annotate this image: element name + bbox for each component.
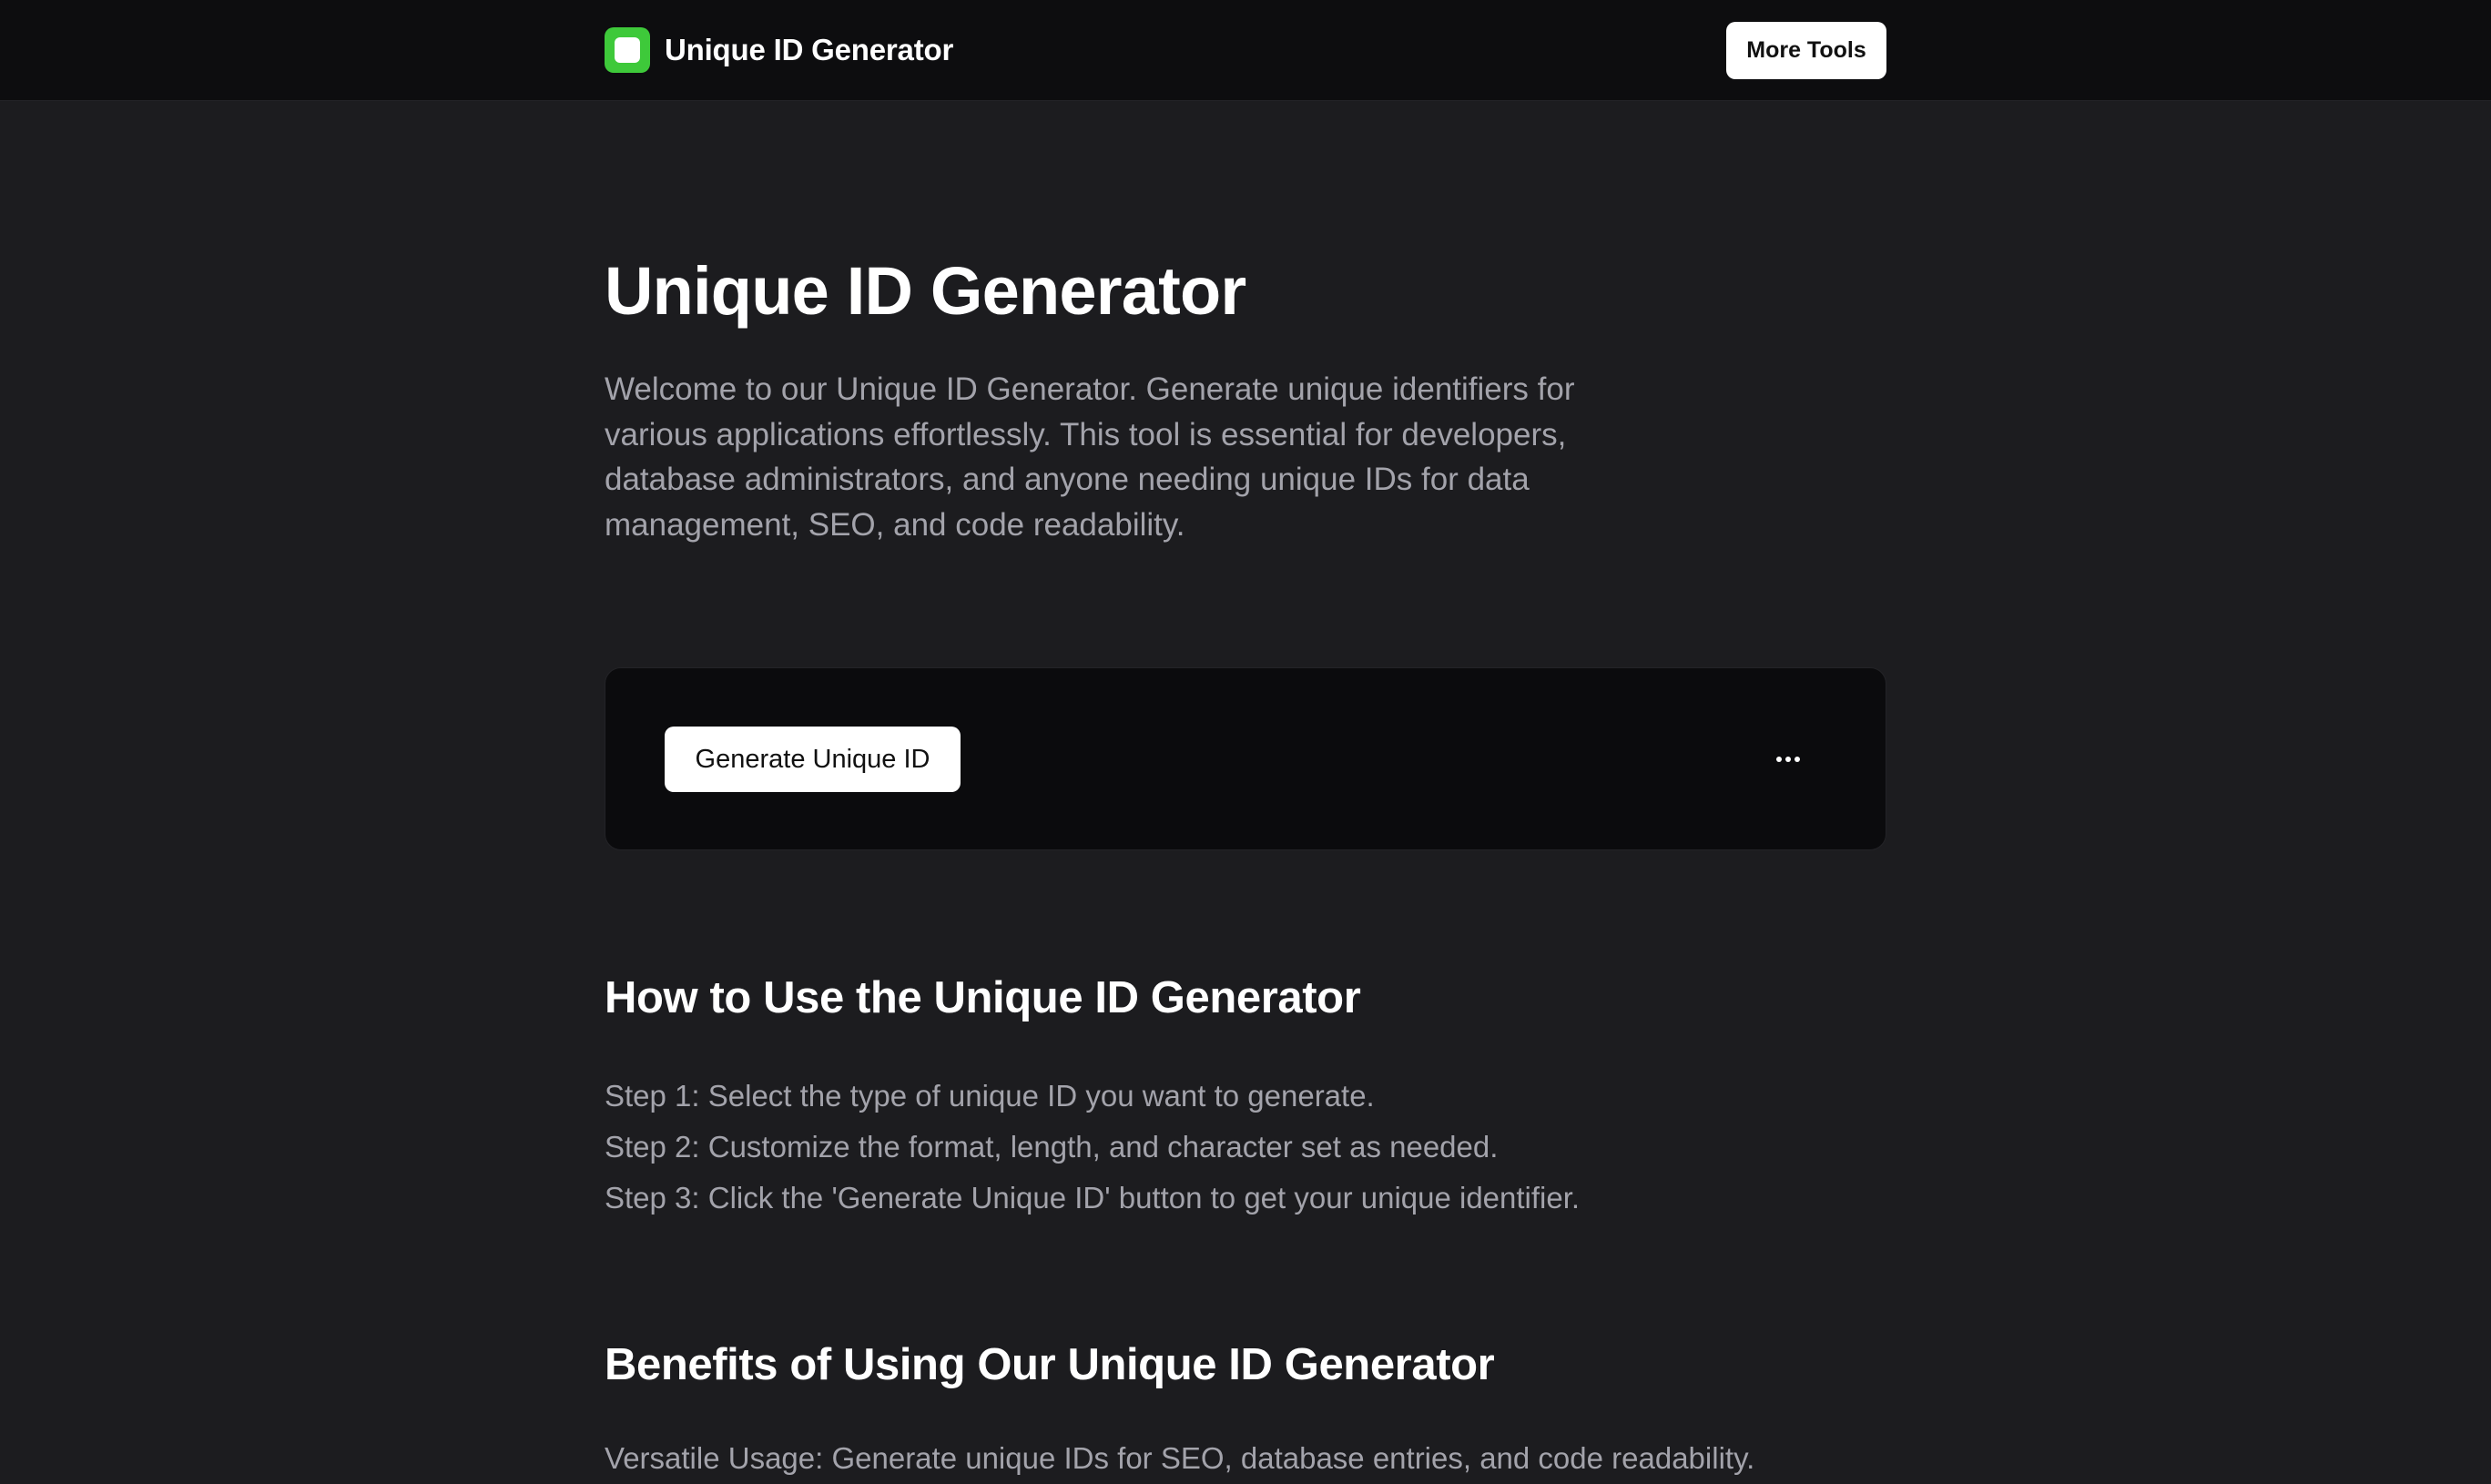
generate-unique-id-button[interactable]: Generate Unique ID xyxy=(665,727,961,792)
brand-link[interactable]: Unique ID Generator xyxy=(605,27,953,73)
brand-name: Unique ID Generator xyxy=(665,33,954,66)
app-logo-icon xyxy=(605,27,650,73)
more-horizontal-icon xyxy=(1776,757,1800,762)
how-to-steps-list: Step 1: Select the type of unique ID you… xyxy=(605,1071,1580,1224)
step-item: Step 1: Select the type of unique ID you… xyxy=(605,1079,1375,1113)
more-tools-button[interactable]: More Tools xyxy=(1726,22,1886,79)
page-title: Unique ID Generator xyxy=(605,253,1246,329)
benefit-item: Versatile Usage: Generate unique IDs for… xyxy=(605,1441,1755,1475)
generator-card: Generate Unique ID xyxy=(605,667,1886,850)
benefits-heading: Benefits of Using Our Unique ID Generato… xyxy=(605,1340,1495,1389)
step-item: Step 2: Customize the format, length, an… xyxy=(605,1130,1499,1164)
step-item: Step 3: Click the 'Generate Unique ID' b… xyxy=(605,1181,1581,1215)
top-navigation-bar: Unique ID Generator More Tools xyxy=(0,0,2491,101)
more-options-button[interactable] xyxy=(1764,736,1812,783)
intro-paragraph: Welcome to our Unique ID Generator. Gene… xyxy=(605,371,1575,543)
how-to-heading: How to Use the Unique ID Generator xyxy=(605,973,1361,1022)
